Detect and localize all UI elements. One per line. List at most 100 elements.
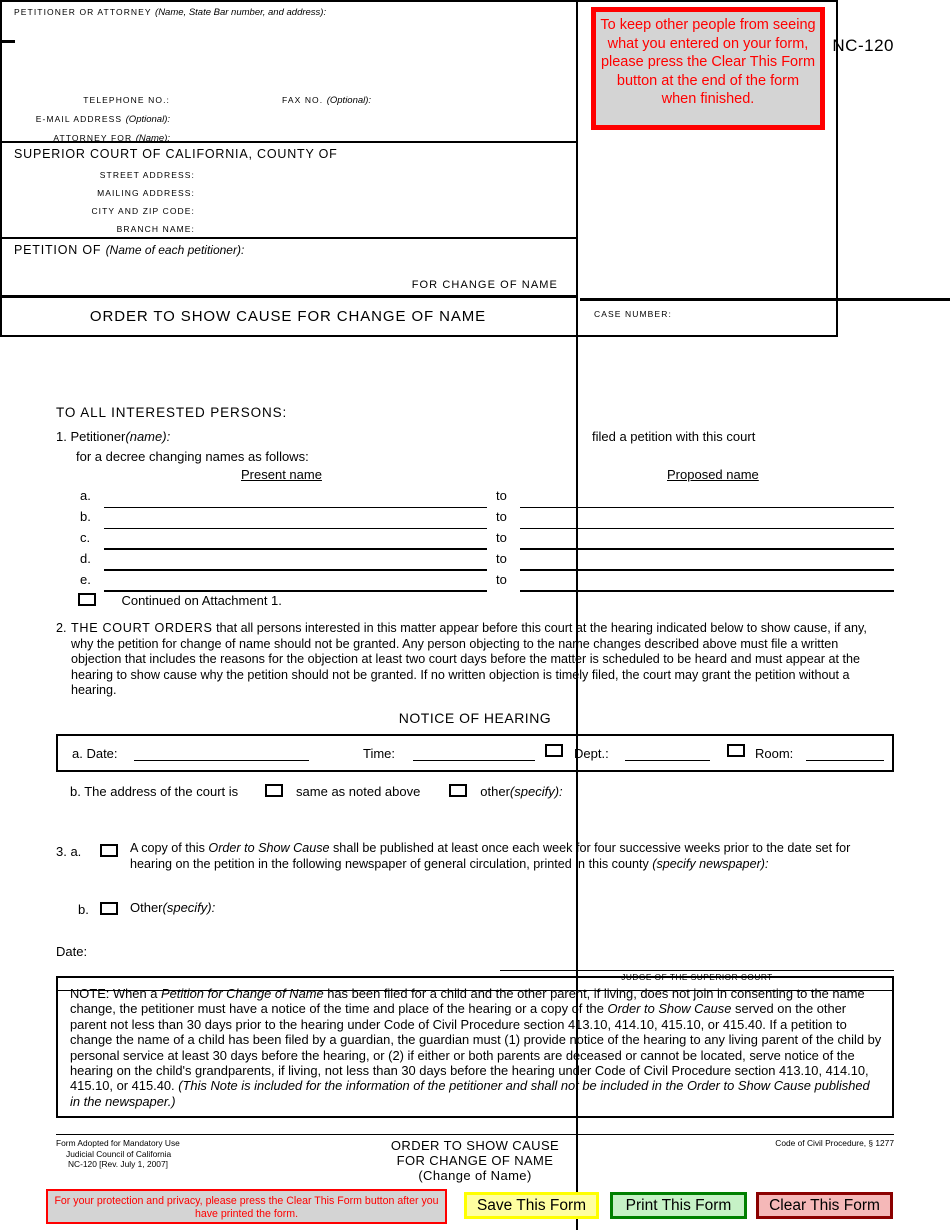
judge-signature-line[interactable] <box>500 970 894 971</box>
for-change-of-name-label: FOR CHANGE OF NAME <box>411 279 558 291</box>
bottom-privacy-warning: For your protection and privacy, please … <box>46 1189 447 1224</box>
item3a-pre: A copy of this <box>130 841 209 855</box>
proposed-name-header: Proposed name <box>667 467 759 482</box>
petition-of-label: PETITION OF (Name of each petitioner): <box>14 243 245 257</box>
address-same-checkbox[interactable] <box>264 784 283 797</box>
item1-decree-text: for a decree changing names as follows: <box>76 449 309 464</box>
item2-bold-lead: THE COURT ORDERS <box>71 621 213 635</box>
hearing-date-input[interactable] <box>134 760 309 761</box>
item3a-checkbox[interactable] <box>100 844 118 857</box>
hearing-room-input[interactable] <box>806 760 884 761</box>
item2-number: 2. <box>56 621 67 635</box>
dept-checkbox[interactable] <box>545 744 563 757</box>
hearing-time-label: Time: <box>363 746 396 761</box>
branch-name-label: BRANCH NAME: <box>116 224 195 234</box>
address-other-label: other <box>480 784 510 799</box>
row-to-label: to <box>496 488 507 503</box>
hearing-address-row: b. The address of the court is same as n… <box>70 783 563 801</box>
name-row: a. to <box>56 488 894 509</box>
present-name-input-b[interactable] <box>104 528 487 529</box>
court-cell[interactable]: SUPERIOR COURT OF CALIFORNIA, COUNTY OF … <box>0 143 576 239</box>
row-to-label: to <box>496 572 507 587</box>
note-italic-2: Order to Show Cause <box>607 1001 732 1017</box>
note-prefix: NOTE: When a <box>70 986 161 1001</box>
present-name-input-d[interactable] <box>104 569 487 571</box>
name-row: c. to <box>56 530 894 551</box>
privacy-notice-cell: To keep other people from seeing what yo… <box>580 0 950 298</box>
continued-attachment-label: Continued on Attachment 1. <box>121 593 282 608</box>
form-body: TO ALL INTERESTED PERSONS: 1. Petitioner… <box>0 392 950 1230</box>
hearing-dept-label: Dept.: <box>574 746 609 761</box>
clear-this-form-button[interactable]: Clear This Form <box>756 1192 893 1219</box>
row-letter: b. <box>80 509 91 524</box>
margin-tick-mark <box>0 40 15 43</box>
item1-filed-text: filed a petition with this court <box>592 429 756 444</box>
proposed-name-input-d[interactable] <box>520 569 894 571</box>
hearing-room-label: Room: <box>755 746 794 761</box>
form-page: NC-120 PETITIONER OR ATTORNEY (Name, Sta… <box>0 0 950 1230</box>
hearing-address-label: b. The address of the court is <box>70 784 239 799</box>
city-zip-label: CITY AND ZIP CODE: <box>91 206 195 216</box>
row-letter: a. <box>80 488 91 503</box>
notice-of-hearing-heading: NOTICE OF HEARING <box>398 710 552 726</box>
note-italic-1: Petition for Change of Name <box>160 986 324 1001</box>
print-this-form-button[interactable]: Print This Form <box>610 1192 747 1219</box>
footer-rule <box>56 1134 894 1135</box>
row-to-label: to <box>496 530 507 545</box>
row-to-label: to <box>496 509 507 524</box>
item3b-checkbox[interactable] <box>100 902 118 915</box>
proposed-name-input-a[interactable] <box>520 507 894 508</box>
item3-number: 3. a. <box>56 844 82 859</box>
attorney-label: PETITIONER OR ATTORNEY (Name, State Bar … <box>14 7 327 18</box>
present-name-header: Present name <box>241 467 322 482</box>
hearing-time-input[interactable] <box>413 760 535 761</box>
signature-date-label: Date: <box>56 944 88 959</box>
form-title: ORDER TO SHOW CAUSE FOR CHANGE OF NAME <box>89 308 487 325</box>
to-all-interested-persons: TO ALL INTERESTED PERSONS: <box>56 405 288 420</box>
email-label: E-MAIL ADDRESS (Optional): <box>35 114 170 125</box>
hearing-dept-input[interactable] <box>625 760 710 761</box>
privacy-notice-banner: To keep other people from seeing what yo… <box>591 7 825 130</box>
name-row: d. to <box>56 551 894 572</box>
item3a-paragraph: A copy of this Order to Show Cause shall… <box>130 841 894 872</box>
hearing-details-box: a. Date: Time: Dept.: Room: <box>56 734 894 772</box>
continued-attachment-row: Continued on Attachment 1. <box>78 592 282 610</box>
footer-code-reference: Code of Civil Procedure, § 1277 <box>775 1138 894 1148</box>
continued-attachment-checkbox[interactable] <box>78 593 96 606</box>
save-this-form-button[interactable]: Save This Form <box>464 1192 599 1219</box>
case-number-label: CASE NUMBER: <box>594 309 672 319</box>
address-same-label: same as noted above <box>296 784 421 799</box>
court-title: SUPERIOR COURT OF CALIFORNIA, COUNTY OF <box>14 147 338 161</box>
row-to-label: to <box>496 551 507 566</box>
item1-label: 1. Petitioner(name): <box>56 429 171 444</box>
mailing-address-label: MAILING ADDRESS: <box>97 188 195 198</box>
item3b-letter: b. <box>78 902 89 917</box>
proposed-name-input-e[interactable] <box>520 590 894 592</box>
street-address-label: STREET ADDRESS: <box>99 170 195 180</box>
item3b-label: Other(specify): <box>130 900 216 915</box>
row-letter: c. <box>80 530 91 545</box>
fax-label: FAX NO. (Optional): <box>282 95 372 106</box>
row-letter: e. <box>80 572 91 587</box>
proposed-name-input-c[interactable] <box>520 548 894 550</box>
form-toolbar: For your protection and privacy, please … <box>0 1186 950 1230</box>
present-name-input-a[interactable] <box>104 507 487 508</box>
petition-of-cell[interactable]: PETITION OF (Name of each petitioner): F… <box>0 239 576 298</box>
item3a-italic: Order to Show Cause <box>208 841 330 855</box>
name-row: b. to <box>56 509 894 530</box>
hearing-date-label: a. Date: <box>72 746 118 761</box>
row-letter: d. <box>80 551 91 566</box>
room-checkbox[interactable] <box>727 744 745 757</box>
item3a-hint: (specify newspaper): <box>652 856 769 871</box>
present-name-input-c[interactable] <box>104 548 487 550</box>
name-row: e. to <box>56 572 894 593</box>
proposed-name-input-b[interactable] <box>520 528 894 529</box>
note-italic-3: (This Note is included for the informati… <box>70 1078 870 1109</box>
item2-paragraph: 2. THE COURT ORDERS that all persons inte… <box>56 621 894 699</box>
note-box: NOTE: When a Petition for Change of Name… <box>56 976 894 1118</box>
address-other-hint: (specify): <box>509 784 563 799</box>
address-other-checkbox[interactable] <box>448 784 467 797</box>
telephone-label: TELEPHONE NO.: <box>83 95 170 105</box>
caption-table: PETITIONER OR ATTORNEY (Name, State Bar … <box>0 0 950 1230</box>
attorney-cell[interactable]: PETITIONER OR ATTORNEY (Name, State Bar … <box>0 0 576 144</box>
